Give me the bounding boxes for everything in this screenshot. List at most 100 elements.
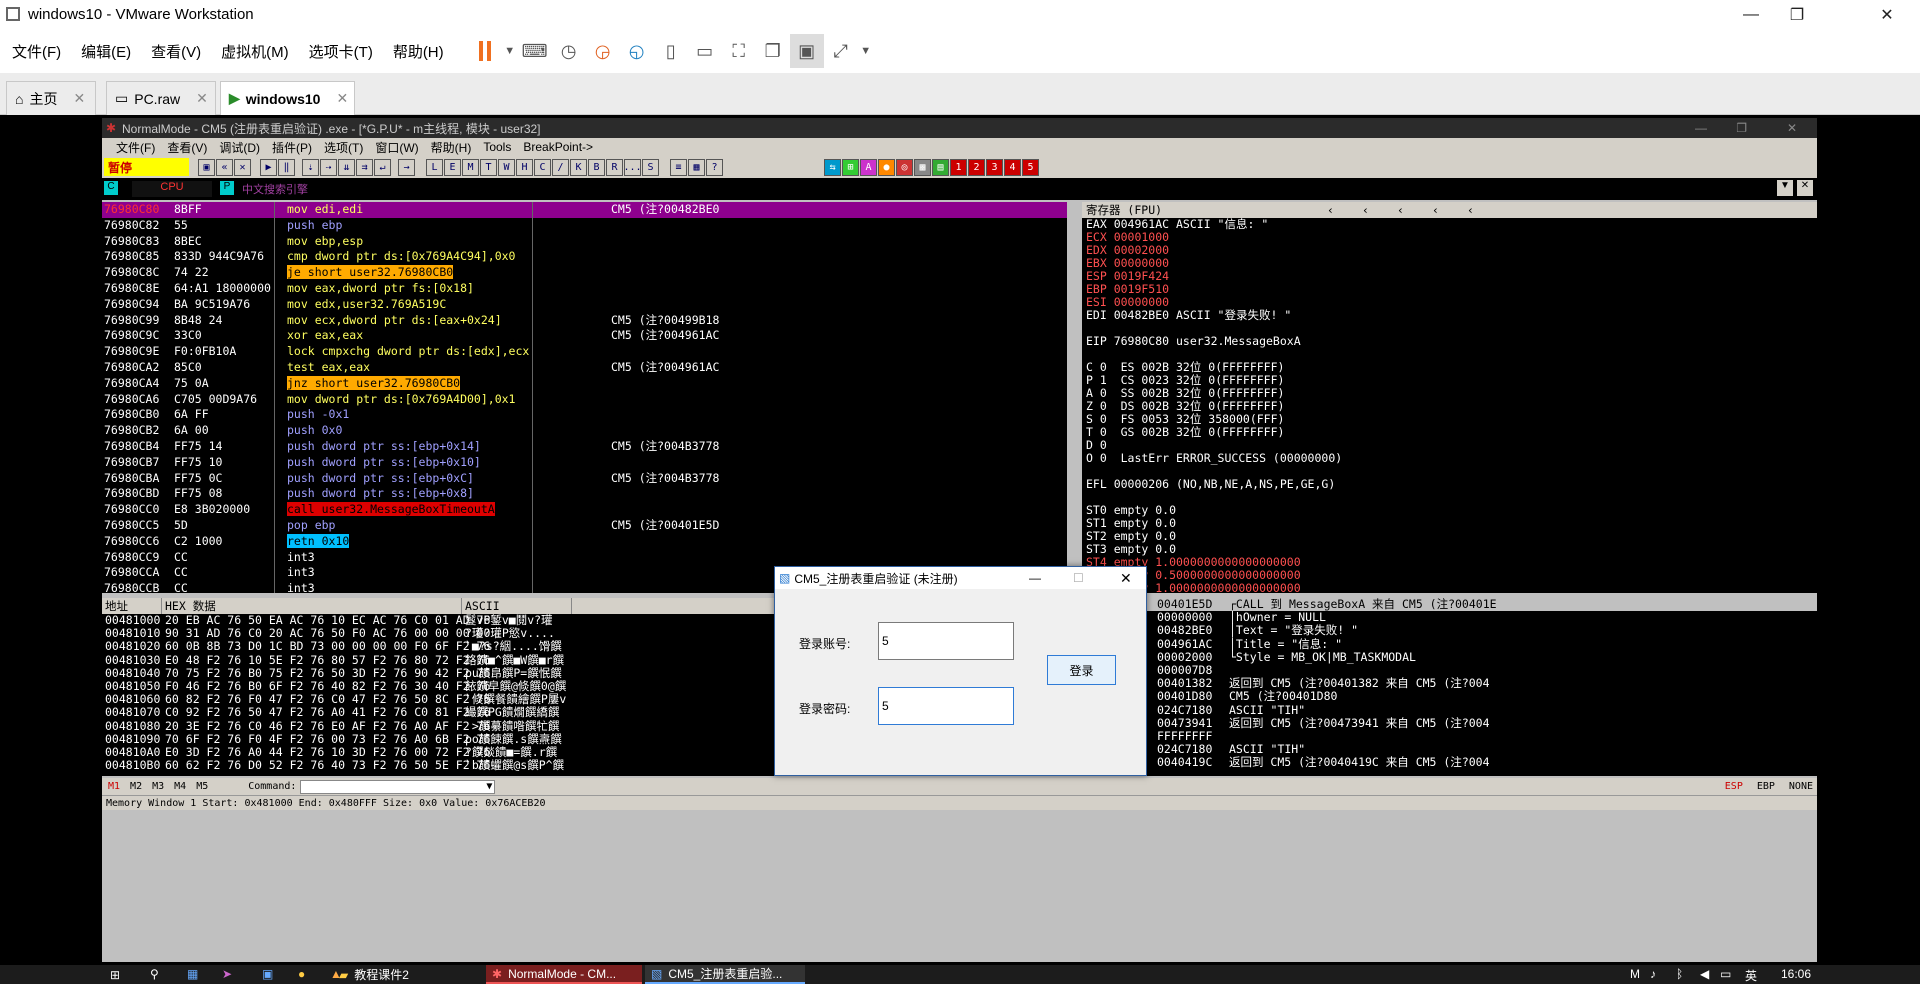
register-line[interactable]: ST1 empty 0.0 [1086,517,1817,530]
windows-window-button[interactable]: W [498,158,515,176]
disasm-row[interactable]: 76980CBD FF75 08 push dword ptr ss:[ebp+0x… [102,486,1067,502]
disasm-row[interactable]: 76980C94 BA 9C519A76 mov edx,user32.769A51… [102,297,1067,313]
stack-row[interactable]: 0019F44800473941返回到 CM5 (注?00473941 来自 C… [1082,716,1817,730]
register-line[interactable]: EIP 76980C80 user32.MessageBoxA [1086,335,1817,348]
run-icon[interactable]: ▶ [260,158,277,176]
search-icon[interactable]: ⚲ [150,967,159,981]
minimize-icon[interactable]: — [1728,0,1774,29]
minimize-icon[interactable]: — [1695,121,1707,135]
chevron-down-icon[interactable]: ▼ [502,34,518,68]
disasm-row[interactable]: 76980CC6 C2 1000 retn 0x10 [102,533,1067,550]
chevron-left-icon[interactable]: ‹ [1397,202,1404,218]
network-icon[interactable]: ♪ [1650,967,1656,981]
close-icon[interactable]: ✕ [336,90,348,107]
references-button[interactable]: R [606,158,623,176]
menu-item[interactable]: 调试(D) [219,139,260,156]
minimize-icon[interactable]: — [1029,571,1041,585]
bluetooth-icon[interactable]: ᛒ [1676,967,1683,981]
register-line[interactable]: EAX 004961AC ASCII "信息: " [1086,218,1817,231]
restore-icon[interactable]: ❐ [1736,121,1747,135]
plugin-button-2[interactable]: 2 [968,158,985,176]
disasm-row[interactable]: 76980C82 55 push ebp [102,218,1067,234]
stack-row[interactable]: 0019F444024C7180ASCII "TIH" [1082,703,1817,717]
log-window-button[interactable]: L [426,158,443,176]
login-button[interactable]: 登录 [1047,655,1116,685]
menu-item[interactable]: BreakPoint-> [523,140,593,154]
mem-tab-1[interactable]: M1 [108,781,120,792]
unity-icon[interactable]: ❐ [756,34,790,68]
disasm-row[interactable]: 76980CA4 75 0A jnz short user32.76980CB0 [102,375,1067,392]
handles-window-button[interactable]: H [516,158,533,176]
menu-item[interactable]: 窗口(W) [375,139,418,156]
library-icon[interactable]: ▯ [654,34,688,68]
disasm-row[interactable]: 76980CA2 85C0 test eax,eax CM5 (注?004961AC [102,360,1067,376]
disassembly-pane[interactable]: 76980C80 8BFF mov edi,edi CM5 (注?00482BE0 76… [102,202,1067,593]
register-line[interactable]: ST0 empty 0.0 [1086,504,1817,517]
register-line[interactable]: EFL 00000206 (NO,NB,NE,A,NS,PE,GE,G) [1086,478,1817,491]
disasm-row[interactable]: 76980C8C 74 22 je short user32.76980CB0 [102,265,1067,281]
stack-row[interactable]: 0019F44000401D80CM5 (注?00401D80 [1082,690,1817,703]
disasm-row[interactable]: 76980C9C 33C0 xor eax,eax CM5 (注?004961AC [102,328,1067,344]
register-line[interactable]: O 0 LastErr ERROR_SUCCESS (00000000) [1086,452,1817,465]
tab-cpu[interactable]: CPU [132,181,212,197]
options-icon[interactable]: ▦ [688,158,705,176]
register-line[interactable]: EBP 0019F510 [1086,283,1817,296]
ime-indicator[interactable]: 英 [1745,967,1757,984]
disasm-row[interactable]: 76980C99 8B48 24 mov ecx,dword ptr ds:[eax… [102,313,1067,329]
plugin-icon[interactable]: ▤ [932,158,949,176]
register-line[interactable]: EDI 00482BE0 ASCII "登录失败! " [1086,309,1817,322]
menu-item[interactable]: 文件(F) [116,139,155,156]
stack-row[interactable]: 0019F43400002000└Style = MB_OK|MB_TASKMO… [1082,650,1817,664]
tab-windows10[interactable]: ▶ windows10 ✕ [220,81,355,115]
close-icon[interactable]: ✕ [234,158,251,176]
close-icon[interactable]: ✕ [1120,570,1132,587]
fit-guest-icon[interactable]: ⛶ [722,34,756,68]
tab-home[interactable]: ⌂ 主页 ✕ [6,81,96,115]
chevron-down-icon[interactable]: ▼ [1777,180,1793,196]
breakpoints-button[interactable]: B [588,158,605,176]
send-keys-icon[interactable]: ⌨ [518,34,552,68]
disasm-row[interactable]: 76980CB7 FF75 10 push dword ptr ss:[ebp+0x… [102,455,1067,471]
register-line[interactable]: EBX 00000000 [1086,257,1817,270]
snapshot-icon[interactable]: ◷ [552,34,586,68]
mem-tab-4[interactable]: M4 [174,781,186,792]
mem-tab-5[interactable]: M5 [196,781,208,792]
tab-pc-raw[interactable]: ▭ PC.raw ✕ [106,81,216,115]
chevron-down-icon[interactable]: ▼ [486,781,492,792]
trace-into-icon[interactable]: ⇊ [338,158,355,176]
mem-tab-3[interactable]: M3 [152,781,164,792]
plugin-button-4[interactable]: 4 [1004,158,1021,176]
memory-window-button[interactable]: M [462,158,479,176]
run-trace-button[interactable]: ... [623,158,642,176]
maximize-icon[interactable]: ☐ [1073,571,1084,585]
mail-icon[interactable]: M [1630,967,1640,981]
menu-tabs[interactable]: 选项卡(T) [301,41,381,62]
pause-icon[interactable]: ‖ [278,158,295,176]
goto-icon[interactable]: → [398,158,415,176]
trace-over-icon[interactable]: ⇉ [356,158,373,176]
disasm-row[interactable]: 76980CA6 C705 00D9A76 mov dword ptr ds:[0x… [102,392,1067,408]
menu-item[interactable]: Tools [483,140,511,154]
mem-tab-2[interactable]: M2 [130,781,142,792]
execute-till-return-icon[interactable]: ↵ [374,158,391,176]
start-icon[interactable]: ⊞ [110,968,120,982]
menu-item[interactable]: 插件(P) [272,139,312,156]
open-icon[interactable]: ▣ [198,158,215,176]
taskbar-item-folder[interactable]: ▰ 教程课件2 [333,965,483,984]
disasm-row[interactable]: 76980CC5 5D pop ebp CM5 (注?00401E5D [102,518,1067,534]
list-icon[interactable]: ≡ [670,158,687,176]
tab-chinese-search[interactable]: 中文搜索引擎 [242,181,332,197]
menu-view[interactable]: 查看(V) [143,41,209,62]
disasm-row[interactable]: 76980C83 8BEC mov ebp,esp [102,234,1067,250]
disasm-row[interactable]: 76980CC9 CC int3 [102,550,1067,566]
menu-item[interactable]: 查看(V) [167,139,207,156]
step-over-icon[interactable]: ⇢ [320,158,337,176]
menu-vm[interactable]: 虚拟机(M) [213,41,297,62]
menu-edit[interactable]: 编辑(E) [73,41,139,62]
close-icon[interactable]: ✕ [1864,0,1910,29]
patches-window-button[interactable]: / [552,158,569,176]
password-input[interactable] [878,687,1014,725]
disasm-row[interactable]: 76980CC0 E8 3B020000 call user32.MessageBo… [102,502,1067,518]
step-into-icon[interactable]: ⇣ [302,158,319,176]
disasm-row[interactable]: 76980CB2 6A 00 push 0x0 [102,423,1067,439]
